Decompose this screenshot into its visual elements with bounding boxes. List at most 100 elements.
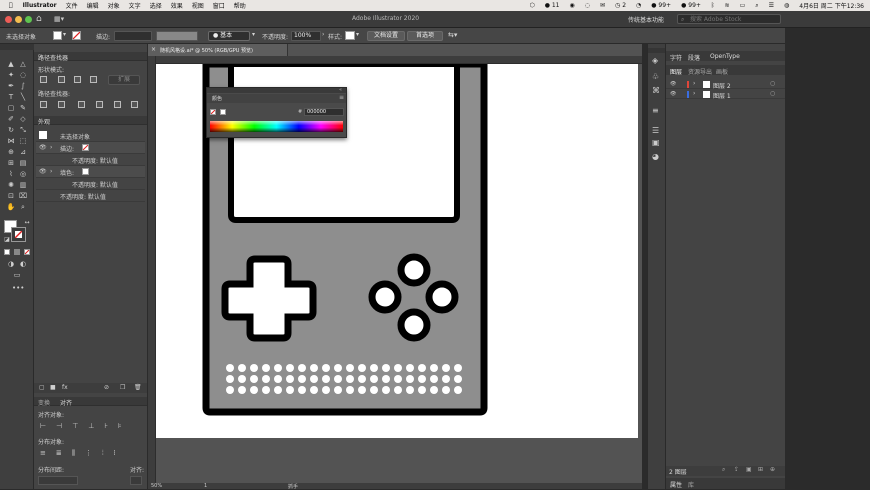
brush-definition[interactable]: ● 基本 <box>208 31 250 41</box>
layer-row-1[interactable]: 👁 › 图层 1 ○ <box>666 90 785 100</box>
direct-selection-tool-icon[interactable]: △ <box>18 60 28 69</box>
menu-effect[interactable]: 效果 <box>171 1 183 10</box>
qq-icon-b[interactable]: ● 99+ <box>681 2 701 9</box>
merge-icon[interactable] <box>78 101 85 108</box>
line-tool-icon[interactable]: ╲ <box>18 93 28 102</box>
horizontal-ruler[interactable] <box>156 56 642 64</box>
gradient-mode-icon[interactable] <box>14 249 20 255</box>
battery-icon[interactable]: ▭ <box>740 2 746 9</box>
app-icon[interactable]: ◉ <box>570 2 575 9</box>
tab-libraries[interactable]: 库 <box>688 480 694 489</box>
crop-icon[interactable] <box>96 101 103 108</box>
hexagon-icon[interactable]: ⬡ <box>529 2 534 9</box>
target-icon[interactable]: ○ <box>770 80 775 87</box>
siri-icon[interactable]: ◍ <box>784 2 789 9</box>
stroke-color-swatch[interactable] <box>11 227 26 242</box>
stock-search-field[interactable]: ⌕ <box>677 14 781 24</box>
export-icon[interactable]: ⇪ <box>734 466 739 473</box>
align-panel-icon[interactable]: ☰ <box>652 126 659 135</box>
color-panel-title[interactable]: 颜色 <box>212 95 222 102</box>
appearance-stroke-row[interactable]: 👁 › 描边: <box>36 142 145 154</box>
exclude-icon[interactable] <box>90 76 97 83</box>
align-buttons-row[interactable]: ⊢⊣⊤⊥⊦⊧ <box>40 422 140 430</box>
shaper-tool-icon[interactable]: ✐ <box>6 115 16 124</box>
search-icon[interactable]: ⌕ <box>755 2 758 10</box>
duplicate-item-icon[interactable]: ❐ <box>120 384 125 391</box>
disclosure-icon[interactable]: › <box>50 144 52 151</box>
new-layer-icon[interactable]: ⊕ <box>770 466 775 473</box>
disclosure-icon[interactable]: › <box>50 168 52 175</box>
brushes-icon[interactable]: ⌘ <box>652 86 660 95</box>
opacity-dropdown-icon[interactable]: › <box>322 31 324 38</box>
control-center-icon[interactable]: ☰ <box>769 2 774 9</box>
outline-icon[interactable] <box>114 101 121 108</box>
add-fill-icon[interactable]: ■ <box>50 384 56 391</box>
gradient-panel-icon[interactable]: ▣ <box>652 138 660 147</box>
scale-tool-icon[interactable]: ⤡ <box>18 126 28 135</box>
tab-artboards[interactable]: 画板 <box>716 67 728 76</box>
menu-app-name[interactable]: Illustrator <box>23 2 57 9</box>
menu-edit[interactable]: 编辑 <box>87 1 99 10</box>
tab-properties[interactable]: 属性 <box>670 480 682 489</box>
clipping-mask-icon[interactable]: ▣ <box>746 466 752 473</box>
menu-select[interactable]: 选择 <box>150 1 162 10</box>
bluetooth-icon[interactable]: ᛒ <box>711 2 715 9</box>
draw-mode-icon[interactable]: ◐ <box>18 260 28 269</box>
draw-normal-icon[interactable]: ◑ <box>6 260 16 269</box>
variable-width-profile[interactable] <box>156 31 198 41</box>
clock[interactable]: 4月6日 周二 下午12:36 <box>799 1 864 10</box>
apple-icon[interactable]:  <box>9 2 13 9</box>
document-tab[interactable]: × 随机风格设.ai* @ 50% (RGB/GPU 预览) <box>148 44 288 56</box>
menu-file[interactable]: 文件 <box>66 1 78 10</box>
target-icon[interactable]: ○ <box>770 90 775 97</box>
mail-icon[interactable]: ✉ <box>600 2 605 9</box>
magic-wand-icon[interactable]: ✦ <box>6 71 16 80</box>
eye-icon[interactable]: 👁 <box>39 168 47 175</box>
minus-back-icon[interactable] <box>131 101 138 108</box>
workspace-switcher[interactable]: 传统基本功能 <box>628 15 664 24</box>
rotate-tool-icon[interactable]: ↻ <box>6 126 16 135</box>
appearance-object-opacity-row[interactable]: 不透明度: 默认值 <box>36 190 145 202</box>
clear-appearance-icon[interactable]: ⊘ <box>104 384 109 391</box>
hex-input[interactable]: 000000 <box>304 108 344 116</box>
timer-icon[interactable]: ◔ <box>636 2 641 9</box>
menu-help[interactable]: 帮助 <box>234 1 246 10</box>
transparency-icon[interactable]: ◕ <box>652 152 659 161</box>
default-colors-icon[interactable]: ◪ <box>2 235 12 244</box>
width-tool-icon[interactable]: ⋈ <box>6 137 16 146</box>
layer-name[interactable]: 图层 2 <box>713 81 731 90</box>
tab-transform[interactable]: 变换 <box>38 398 50 407</box>
expand-button[interactable]: 扩展 <box>108 75 140 85</box>
perspective-grid-icon[interactable]: ⊿ <box>18 148 28 157</box>
swap-colors-icon[interactable]: ↔ <box>22 218 32 227</box>
lasso-icon[interactable]: ◌ <box>18 71 28 80</box>
align-to-dropdown[interactable] <box>130 476 142 485</box>
menu-type[interactable]: 文字 <box>129 1 141 10</box>
stroke-row-swatch[interactable] <box>82 144 89 151</box>
artboard-number[interactable]: 1 <box>204 483 207 489</box>
pen-tool-icon[interactable]: ✒ <box>6 82 16 91</box>
type-tool-icon[interactable]: T <box>6 93 16 102</box>
appearance-title[interactable]: 外观 <box>38 117 50 126</box>
stroke-swatch[interactable] <box>72 31 81 40</box>
menu-object[interactable]: 对象 <box>108 1 120 10</box>
fill-row-swatch[interactable] <box>82 168 89 175</box>
intersect-icon[interactable] <box>74 76 81 83</box>
hand-tool-icon[interactable]: ✋ <box>6 203 16 212</box>
curvature-tool-icon[interactable]: ∫ <box>18 82 28 91</box>
divide-icon[interactable] <box>40 101 47 108</box>
fill-swatch[interactable] <box>53 31 62 40</box>
vertical-ruler[interactable] <box>148 56 156 484</box>
tab-layers[interactable]: 图层 <box>670 67 682 76</box>
layer-row-2[interactable]: 👁 › 图层 2 ○ <box>666 80 785 90</box>
add-stroke-icon[interactable]: ▢ <box>39 384 45 391</box>
panel-menu-icon[interactable]: ≡ <box>339 94 344 101</box>
artboard-tool-icon[interactable]: ⊡ <box>6 192 16 201</box>
appearance-fill-opacity-row[interactable]: 不透明度: 默认值 <box>36 178 145 190</box>
trim-icon[interactable] <box>58 101 65 108</box>
arrange-documents-icon[interactable]: ▦▾ <box>54 15 64 23</box>
tab-paragraph[interactable]: 段落 <box>688 53 700 62</box>
eye-icon[interactable]: 👁 <box>670 81 676 87</box>
appearance-object-row[interactable]: 未选择对象 <box>36 130 145 142</box>
color-panel-grip[interactable] <box>207 88 346 93</box>
